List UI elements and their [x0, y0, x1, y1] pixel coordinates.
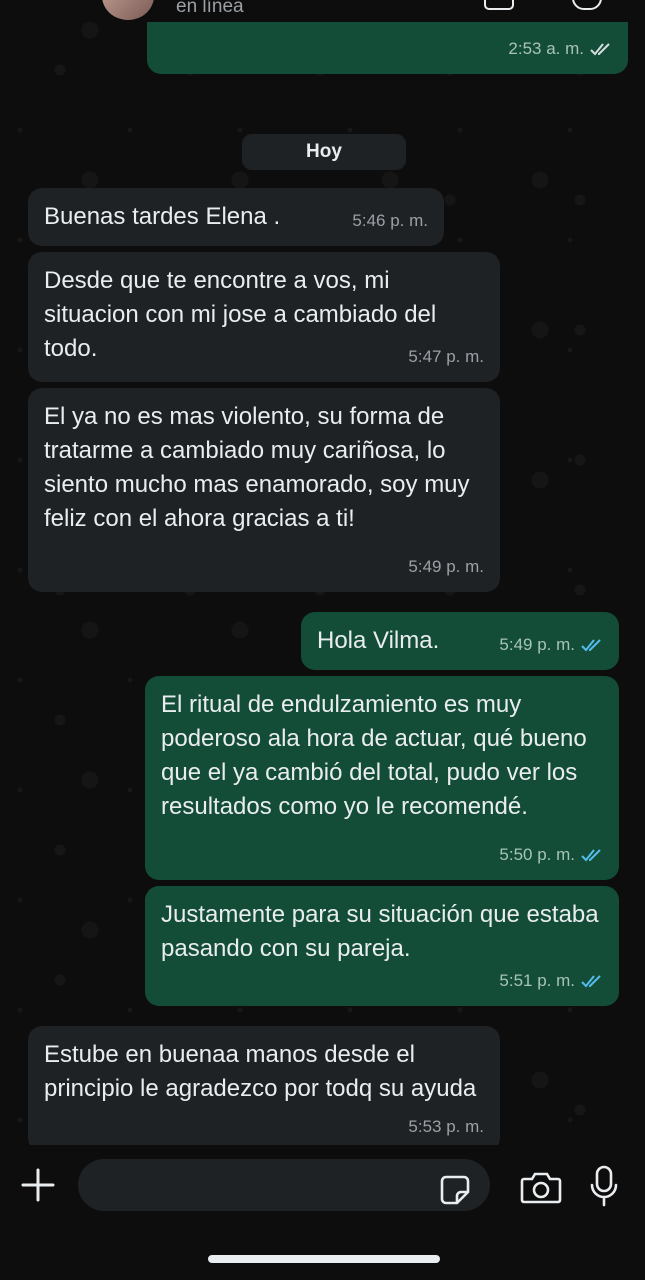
message-meta: 5:51 p. m.: [499, 964, 603, 998]
message-meta: 5:49 p. m.: [499, 628, 603, 662]
read-ticks-icon: [581, 639, 601, 652]
contact-avatar[interactable]: [102, 0, 154, 20]
message-time: 5:50 p. m.: [499, 845, 575, 864]
message-bubble-outgoing[interactable]: Justamente para su situación que estaba …: [145, 886, 619, 1006]
voice-call-icon[interactable]: [572, 0, 602, 10]
message-meta: 5:47 p. m.: [408, 340, 484, 374]
message-meta: 2:53 a. m.: [508, 32, 612, 66]
microphone-icon[interactable]: [589, 1165, 619, 1207]
message-bubble-outgoing[interactable]: El ritual de endulzamiento es muy podero…: [145, 676, 619, 880]
message-time: 5:51 p. m.: [499, 971, 575, 990]
message-text: Hola Vilma.: [317, 627, 440, 654]
message-bubble-incoming[interactable]: Desde que te encontre a vos, mi situacio…: [28, 252, 500, 382]
sent-ticks-icon: [590, 43, 610, 56]
message-text: Estube en buenaa manos desde el principi…: [44, 1041, 477, 1102]
date-separator: Hoy: [242, 134, 406, 170]
read-ticks-icon: [581, 849, 601, 862]
message-bubble-incoming[interactable]: Estube en buenaa manos desde el principi…: [28, 1026, 500, 1152]
message-text: Justamente para su situación que estaba …: [161, 901, 606, 962]
message-time: 2:53 a. m.: [508, 39, 584, 58]
message-time: 5:53 p. m.: [408, 1117, 484, 1136]
chat-header: en línea: [0, 0, 645, 22]
message-time: 5:49 p. m.: [499, 635, 575, 654]
message-meta: 5:53 p. m.: [408, 1110, 484, 1144]
message-text: El ya no es mas violento, su forma de tr…: [44, 403, 477, 532]
message-bubble-incoming[interactable]: El ya no es mas violento, su forma de tr…: [28, 388, 500, 592]
video-call-icon[interactable]: [484, 0, 514, 10]
attach-plus-icon[interactable]: [20, 1167, 56, 1203]
message-text: El ritual de endulzamiento es muy podero…: [161, 691, 594, 820]
contact-status: en línea: [176, 0, 244, 17]
sticker-icon[interactable]: [440, 1175, 470, 1205]
home-indicator[interactable]: [208, 1255, 440, 1263]
message-bubble-incoming[interactable]: Buenas tardes Elena . 5:46 p. m.: [28, 188, 444, 246]
read-ticks-icon: [581, 975, 601, 988]
message-meta: 5:46 p. m.: [352, 204, 428, 238]
message-time: 5:49 p. m.: [408, 557, 484, 576]
message-bubble-outgoing[interactable]: Hola Vilma. 5:49 p. m.: [301, 612, 619, 670]
chat-screen: en línea 2:53 a. m. Hoy Buenas tardes El…: [0, 0, 645, 1280]
message-meta: 5:49 p. m.: [408, 550, 484, 584]
message-time: 5:47 p. m.: [408, 347, 484, 366]
message-time: 5:46 p. m.: [352, 211, 428, 230]
message-text: Buenas tardes Elena .: [44, 203, 281, 230]
message-bubble-outgoing[interactable]: 2:53 a. m.: [147, 22, 628, 74]
message-meta: 5:50 p. m.: [499, 838, 603, 872]
message-input[interactable]: [78, 1159, 490, 1211]
message-text: Desde que te encontre a vos, mi situacio…: [44, 267, 443, 362]
camera-icon[interactable]: [520, 1169, 562, 1205]
